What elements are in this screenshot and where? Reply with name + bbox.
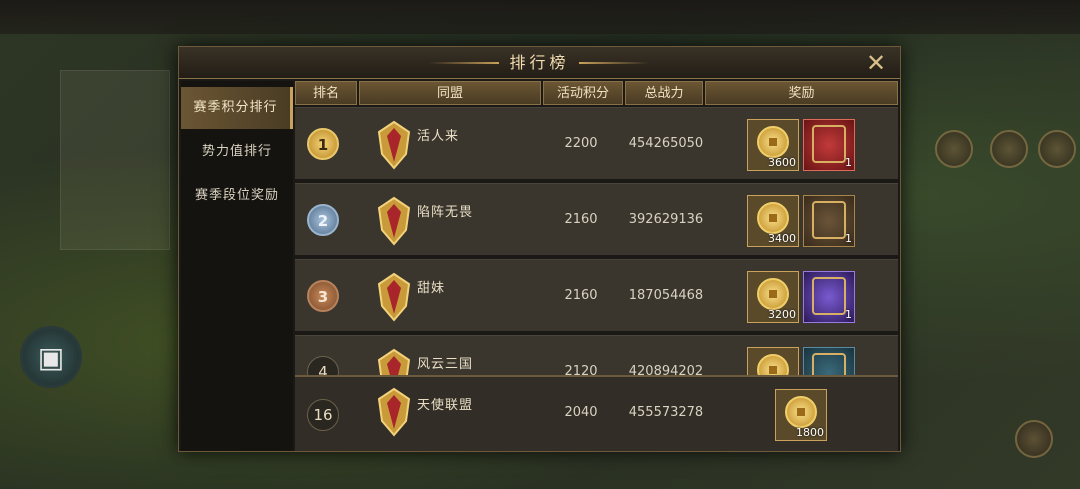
reward-qty: 3400 bbox=[768, 232, 796, 245]
purple-frame-icon[interactable]: 1 bbox=[803, 271, 855, 323]
total-power: 455573278 bbox=[628, 405, 704, 420]
coin-graphic bbox=[757, 202, 789, 234]
alliance-emblem-icon bbox=[377, 120, 411, 170]
side-tabs: 赛季积分排行 势力值排行 赛季段位奖励 bbox=[181, 81, 293, 451]
header-rank: 排名 bbox=[295, 81, 357, 105]
rank-silver-medal-icon: 2 bbox=[307, 204, 339, 236]
my-alliance-row: 16 天使联盟 2040 455573278 1800 bbox=[295, 375, 898, 451]
alliance-name: 陷阵无畏 bbox=[417, 205, 474, 220]
frame-graphic bbox=[812, 277, 846, 315]
gold-coin-icon[interactable]: 3200 bbox=[747, 271, 799, 323]
game-top-bar bbox=[0, 0, 1080, 34]
coin-graphic bbox=[757, 278, 789, 310]
alliance-name: 天使联盟 bbox=[417, 398, 474, 413]
ranking-table: 排名 同盟 活动积分 总战力 奖励 1 活人来 2200 454265050 3… bbox=[295, 81, 898, 451]
alliance-emblem-icon bbox=[377, 196, 411, 246]
tab-power-ranking[interactable]: 势力值排行 bbox=[181, 131, 293, 173]
background-button bbox=[1015, 420, 1053, 458]
gold-coin-icon[interactable]: 1800 bbox=[775, 389, 827, 441]
coin-graphic bbox=[757, 126, 789, 158]
activity-points: 2160 bbox=[564, 288, 598, 303]
rank-number: 16 bbox=[307, 399, 339, 431]
coin-graphic bbox=[785, 396, 817, 428]
background-button bbox=[1038, 130, 1076, 168]
gold-coin-icon[interactable]: 3600 bbox=[747, 119, 799, 171]
header-alliance: 同盟 bbox=[359, 81, 541, 105]
reward-qty: 1 bbox=[845, 156, 852, 169]
reward-qty: 3200 bbox=[768, 308, 796, 321]
alliance-emblem-icon bbox=[377, 387, 411, 437]
rank-bronze-medal-icon: 3 bbox=[307, 280, 339, 312]
total-power: 187054468 bbox=[628, 288, 704, 303]
background-button bbox=[935, 130, 973, 168]
table-row: 3 甜妹 2160 187054468 3200 1 bbox=[295, 259, 898, 331]
total-power: 392629136 bbox=[628, 212, 704, 227]
close-icon[interactable]: ✕ bbox=[863, 51, 889, 75]
modal-header: 排行榜 ✕ bbox=[179, 47, 900, 79]
reward-qty: 1 bbox=[845, 308, 852, 321]
table-header: 排名 同盟 活动积分 总战力 奖励 bbox=[295, 81, 898, 105]
activity-points: 2200 bbox=[564, 136, 598, 151]
activity-points: 2040 bbox=[564, 405, 598, 420]
reward-qty: 3600 bbox=[768, 156, 796, 169]
reward-qty: 1 bbox=[845, 232, 852, 245]
reward-qty: 1800 bbox=[796, 426, 824, 439]
tab-season-tier-rewards[interactable]: 赛季段位奖励 bbox=[181, 175, 293, 217]
frame-graphic bbox=[812, 125, 846, 163]
alliance-name: 风云三国 bbox=[417, 357, 474, 372]
header-points: 活动积分 bbox=[543, 81, 623, 105]
total-power: 454265050 bbox=[628, 136, 704, 151]
background-panel bbox=[60, 70, 170, 250]
gold-coin-icon[interactable]: 3400 bbox=[747, 195, 799, 247]
table-row: 2 陷阵无畏 2160 392629136 3400 1 bbox=[295, 183, 898, 255]
red-frame-icon[interactable]: 1 bbox=[803, 119, 855, 171]
map-menu-icon[interactable]: ▣ bbox=[20, 326, 82, 388]
tab-season-points-ranking[interactable]: 赛季积分排行 bbox=[181, 87, 293, 129]
header-rewards: 奖励 bbox=[705, 81, 898, 105]
frame-graphic bbox=[812, 201, 846, 239]
alliance-name: 活人来 bbox=[417, 129, 460, 144]
title-ornament bbox=[579, 62, 649, 64]
modal-title: 排行榜 bbox=[509, 53, 570, 72]
activity-points: 2160 bbox=[564, 212, 598, 227]
alliance-name: 甜妹 bbox=[417, 281, 446, 296]
background-button bbox=[990, 130, 1028, 168]
table-row: 1 活人来 2200 454265050 3600 1 bbox=[295, 107, 898, 179]
header-power: 总战力 bbox=[625, 81, 703, 105]
alliance-emblem-icon bbox=[377, 272, 411, 322]
bronze-frame-icon[interactable]: 1 bbox=[803, 195, 855, 247]
rank-gold-medal-icon: 1 bbox=[307, 128, 339, 160]
leaderboard-modal: 排行榜 ✕ 赛季积分排行 势力值排行 赛季段位奖励 排名 同盟 活动积分 总战力… bbox=[178, 46, 901, 452]
